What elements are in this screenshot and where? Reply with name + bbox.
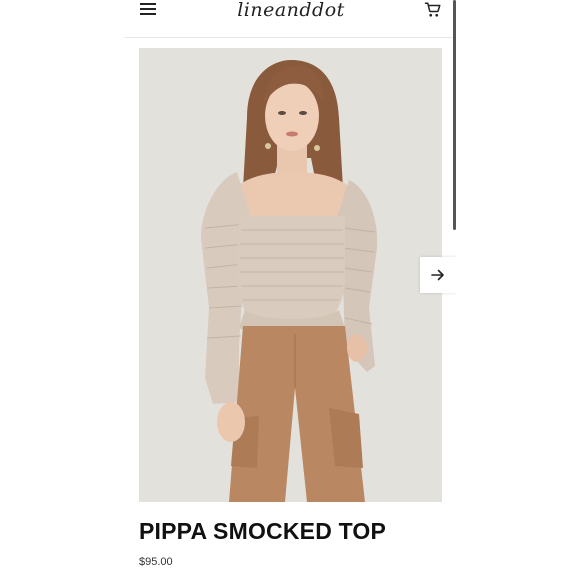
- product-title: PIPPA SMOCKED TOP: [139, 518, 387, 544]
- next-image-button[interactable]: [420, 257, 456, 293]
- mobile-viewport: lineanddot PIPPA SMOCKED TOP $95.00: [124, 0, 456, 580]
- product-price: $95.00: [139, 556, 173, 568]
- hamburger-menu-icon[interactable]: [140, 3, 156, 17]
- site-header: lineanddot: [124, 0, 456, 38]
- arrow-right-icon: [431, 269, 444, 281]
- product-photo-illustration: [139, 48, 442, 502]
- page-scrollbar[interactable]: [453, 0, 456, 230]
- product-image[interactable]: [139, 48, 442, 502]
- shopping-cart-icon[interactable]: [424, 1, 442, 19]
- brand-logo[interactable]: lineanddot: [224, 0, 358, 22]
